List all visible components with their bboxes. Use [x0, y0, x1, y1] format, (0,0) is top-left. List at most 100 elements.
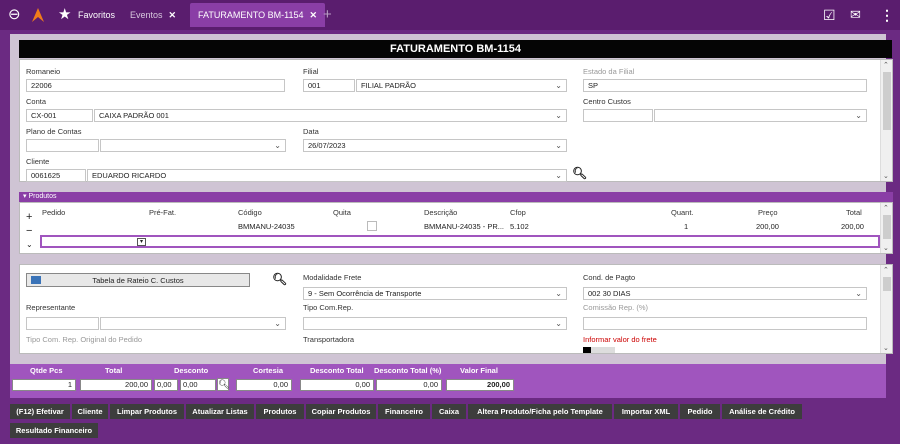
back-arrow-icon[interactable]: ⊖ [8, 7, 21, 23]
tipo-com-select[interactable]: ⌄ [303, 317, 567, 330]
estado-field[interactable]: SP [583, 79, 867, 92]
lower-scrollbar[interactable]: ⌃ ⌄ [880, 265, 892, 353]
atualizar-listas-button[interactable]: Atualizar Listas [186, 404, 254, 419]
desconto-value-field[interactable]: 0,00 [180, 379, 216, 391]
col-pedido[interactable]: Pedido [42, 208, 65, 217]
col-pre-fat[interactable]: Pré-Fat. [149, 208, 176, 217]
desconto-pct-field[interactable]: 0,00 [154, 379, 178, 391]
data-field[interactable]: 26/07/2023 ⌄ [303, 139, 567, 152]
filial-code-field[interactable]: 001 [303, 79, 355, 92]
analise-credito-button[interactable]: Análise de Crédito [722, 404, 802, 419]
scroll-down-icon[interactable]: ⌄ [883, 344, 889, 352]
row-total: 200,00 [841, 222, 864, 231]
page-title: FATURAMENTO BM-1154 [19, 40, 892, 58]
header-scrollbar[interactable]: ⌃ ⌄ [880, 60, 892, 181]
more-vert-icon[interactable]: ⋮ [880, 7, 894, 23]
col-quita[interactable]: Quita [333, 208, 351, 217]
col-total[interactable]: Total [846, 208, 862, 217]
comissao-field[interactable] [583, 317, 867, 330]
representante-code-field[interactable] [26, 317, 99, 330]
frete-toggle[interactable] [583, 347, 591, 353]
chat-icon[interactable]: ✉ [850, 7, 861, 23]
centro-custos-label: Centro Custos [583, 97, 631, 106]
cortesia-label: Cortesia [253, 366, 284, 375]
chevron-down-icon: ⌄ [555, 81, 562, 90]
close-icon[interactable]: ✕ [310, 10, 318, 20]
desconto-total-field[interactable]: 0,00 [300, 379, 374, 391]
col-descricao[interactable]: Descrição [424, 208, 457, 217]
chevron-down-icon: ⌄ [274, 319, 281, 328]
add-tab-icon[interactable]: + [323, 7, 332, 23]
produtos-section-header[interactable]: ▾ Produtos [19, 192, 893, 202]
frete-toggle-track[interactable] [591, 347, 615, 353]
scroll-thumb[interactable] [883, 72, 891, 130]
altera-produto-button[interactable]: Altera Produto/Ficha pelo Template [468, 404, 612, 419]
quita-checkbox[interactable] [367, 221, 377, 231]
modalidade-select[interactable]: 9 - Sem Ocorrência de Transporte ⌄ [303, 287, 567, 300]
search-icon[interactable]: 🔍︎ [572, 166, 587, 180]
dropdown-icon[interactable]: ▾ [137, 238, 146, 246]
rateio-button[interactable]: Tabela de Rateio C. Custos [26, 273, 250, 287]
centro-custos-select[interactable]: ⌄ [654, 109, 867, 122]
search-icon[interactable]: 🔍︎ [217, 378, 229, 391]
table-row[interactable]: BMMANU-24035 BMMANU-24035 - PR... 5.102 … [40, 219, 880, 232]
conta-select[interactable]: CAIXA PADRÃO 001 ⌄ [94, 109, 567, 122]
add-row-icon[interactable]: + [26, 211, 32, 223]
conta-name: CAIXA PADRÃO 001 [99, 111, 169, 120]
scroll-up-icon[interactable]: ⌃ [883, 61, 889, 69]
plano-contas-select[interactable]: ⌄ [100, 139, 286, 152]
romaneio-field[interactable]: 22006 [26, 79, 285, 92]
conta-code-field[interactable]: CX-001 [26, 109, 93, 122]
cliente-code-field[interactable]: 0061625 [26, 169, 86, 182]
expand-icon[interactable]: ⌄ [26, 240, 33, 249]
chevron-down-icon: ⌄ [855, 289, 862, 298]
rateio-label: Tabela de Rateio C. Custos [92, 276, 184, 285]
importar-xml-button[interactable]: Importar XML [614, 404, 678, 419]
pedido-button[interactable]: Pedido [680, 404, 720, 419]
data-label: Data [303, 127, 319, 136]
scroll-down-icon[interactable]: ⌄ [883, 244, 889, 252]
scroll-thumb[interactable] [883, 277, 891, 291]
col-cfop[interactable]: Cfop [510, 208, 526, 217]
total-field[interactable]: 200,00 [80, 379, 152, 391]
desconto-total-pct-field[interactable]: 0,00 [376, 379, 442, 391]
valor-final-field[interactable]: 200,00 [446, 379, 514, 391]
filial-select[interactable]: FILIAL PADRÃO ⌄ [356, 79, 567, 92]
remove-row-icon[interactable]: − [26, 225, 32, 237]
scroll-thumb[interactable] [883, 215, 891, 239]
col-codigo[interactable]: Código [238, 208, 262, 217]
limpar-produtos-button[interactable]: Limpar Produtos [110, 404, 184, 419]
financeiro-button[interactable]: Financeiro [378, 404, 430, 419]
resultado-financeiro-button[interactable]: Resultado Financeiro [10, 423, 98, 438]
col-preco[interactable]: Preço [758, 208, 778, 217]
centro-custos-code-field[interactable] [583, 109, 653, 122]
plano-contas-code-field[interactable] [26, 139, 99, 152]
efetivar-button[interactable]: (F12) Efetivar [10, 404, 70, 419]
cond-pagto-select[interactable]: 002 30 DIAS ⌄ [583, 287, 867, 300]
cliente-label: Cliente [26, 157, 50, 166]
chevron-down-icon: ⌄ [555, 319, 562, 328]
clipboard-check-icon[interactable]: ☑ [823, 7, 836, 23]
scroll-up-icon[interactable]: ⌃ [883, 266, 889, 274]
search-icon[interactable]: 🔍︎ [272, 272, 287, 286]
favoritos-link[interactable]: Favoritos [78, 3, 115, 27]
produtos-scrollbar[interactable]: ⌃ ⌄ [880, 203, 892, 253]
cliente-select[interactable]: EDUARDO RICARDO ⌄ [87, 169, 567, 182]
cliente-button[interactable]: Cliente [72, 404, 108, 419]
estado-label: Estado da Filial [583, 67, 635, 76]
star-icon[interactable]: ★ [58, 7, 71, 23]
cortesia-field[interactable]: 0,00 [236, 379, 292, 391]
representante-select[interactable]: ⌄ [100, 317, 286, 330]
tab-eventos[interactable]: Eventos ✕ [130, 3, 176, 27]
copiar-produtos-button[interactable]: Copiar Produtos [306, 404, 376, 419]
new-row-editor[interactable]: ▾ [40, 235, 880, 248]
tab-faturamento[interactable]: FATURAMENTO BM-1154 ✕ [190, 3, 326, 27]
close-icon[interactable]: ✕ [169, 10, 177, 20]
scroll-up-icon[interactable]: ⌃ [883, 204, 889, 212]
qtde-field[interactable]: 1 [12, 379, 76, 391]
col-quant[interactable]: Quant. [671, 208, 694, 217]
scroll-down-icon[interactable]: ⌄ [883, 172, 889, 180]
row-descricao: BMMANU-24035 - PR... [424, 222, 505, 231]
produtos-button[interactable]: Produtos [256, 404, 304, 419]
caixa-button[interactable]: Caixa [432, 404, 466, 419]
